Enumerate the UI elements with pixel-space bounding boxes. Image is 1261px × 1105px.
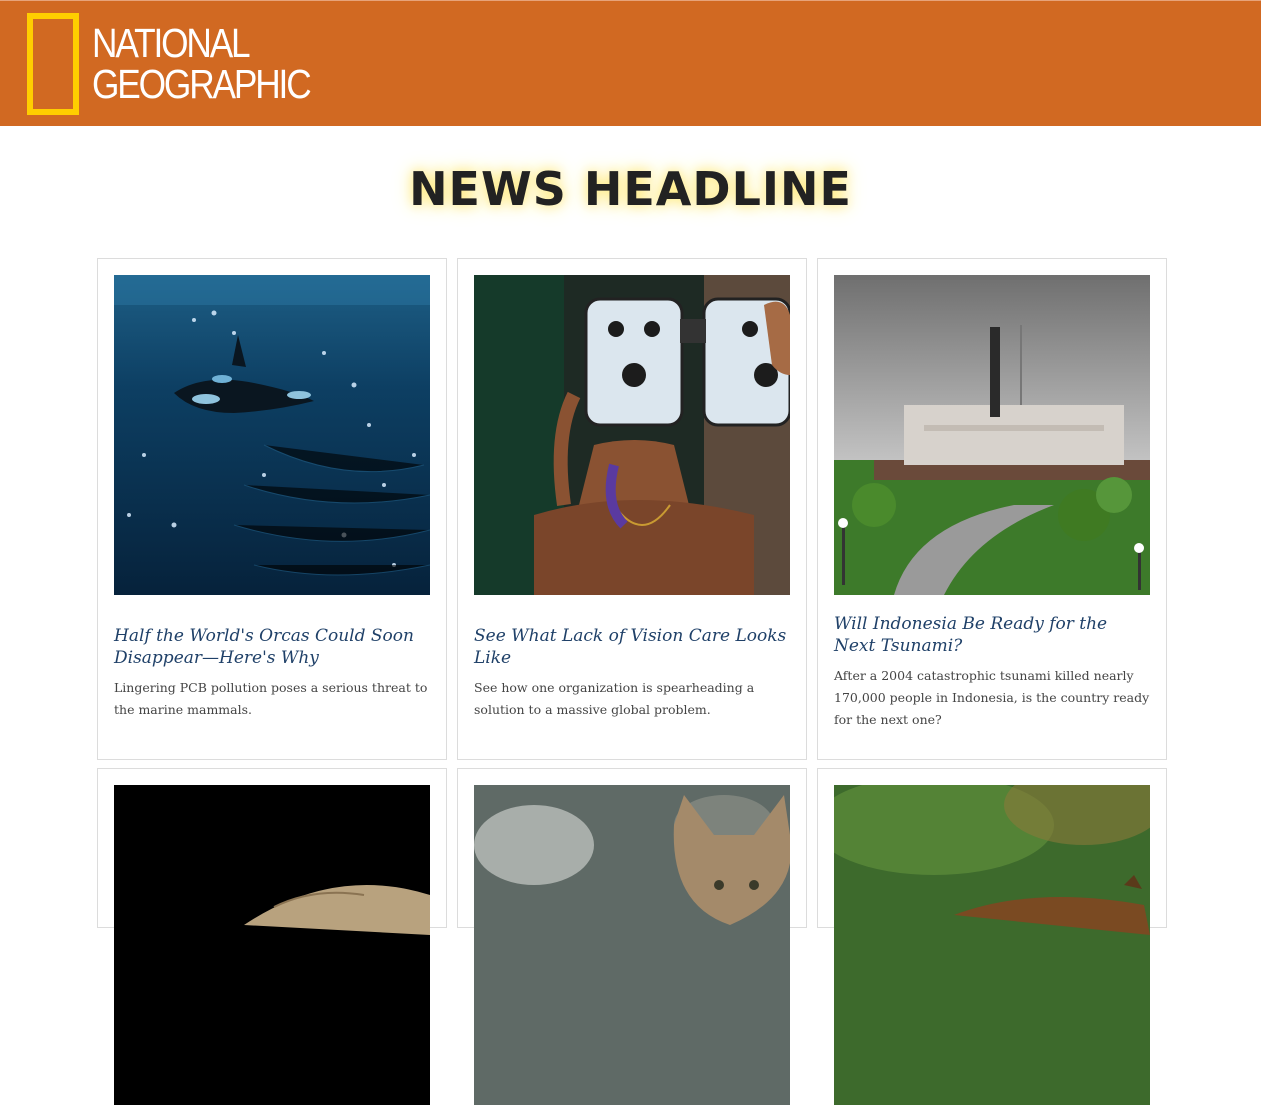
ship-on-land-photo[interactable] xyxy=(834,275,1150,595)
orca-underwater-photo[interactable] xyxy=(114,275,430,595)
article-description: See how one organization is spearheading… xyxy=(474,680,755,717)
article-description: After a 2004 catastrophic tsunami killed… xyxy=(834,668,1150,727)
article-title[interactable]: See What Lack of Vision Care Looks Like xyxy=(474,625,790,669)
page-title: NEWS HEADLINE xyxy=(409,162,852,216)
article-card[interactable] xyxy=(97,768,447,1105)
natgeo-logo-link[interactable]: NATIONAL GEOGRAPHIC xyxy=(27,13,345,115)
article-grid: Half the World's Orcas Could Soon Disapp… xyxy=(97,258,1167,1105)
tortoise-photo[interactable] xyxy=(114,785,430,1105)
article-card[interactable]: See What Lack of Vision Care Looks Like … xyxy=(457,258,807,760)
animal-in-grass-photo[interactable] xyxy=(834,785,1150,1105)
article-description: Lingering PCB pollution poses a serious … xyxy=(114,680,428,717)
article-title[interactable]: Will Indonesia Be Ready for the Next Tsu… xyxy=(834,613,1150,657)
article-card[interactable]: Half the World's Orcas Could Soon Disapp… xyxy=(97,258,447,760)
logo-line-2: GEOGRAPHIC xyxy=(92,61,312,107)
logo-wordmark: NATIONAL GEOGRAPHIC xyxy=(92,20,312,107)
site-header: NATIONAL GEOGRAPHIC xyxy=(0,0,1261,126)
article-card[interactable] xyxy=(457,768,807,1105)
article-card[interactable] xyxy=(817,768,1167,1105)
article-title[interactable]: Half the World's Orcas Could Soon Disapp… xyxy=(114,625,430,669)
lynx-photo[interactable] xyxy=(474,785,790,1105)
woman-eye-test-photo[interactable] xyxy=(474,275,790,595)
article-card[interactable]: Will Indonesia Be Ready for the Next Tsu… xyxy=(817,258,1167,760)
yellow-frame-icon xyxy=(27,13,79,115)
logo-line-1: NATIONAL xyxy=(92,20,251,66)
